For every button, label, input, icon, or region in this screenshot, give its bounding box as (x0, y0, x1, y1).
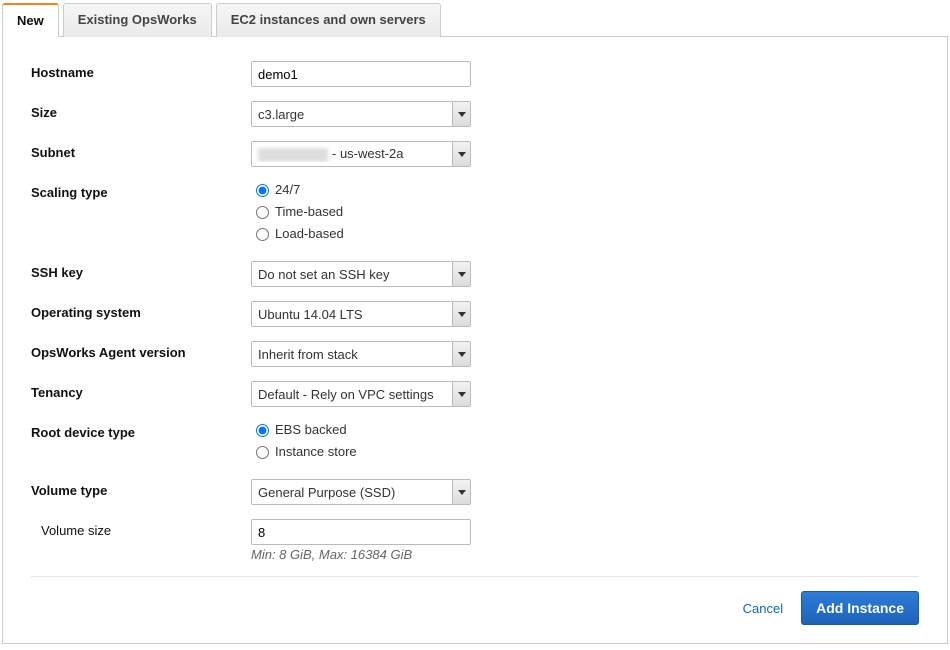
scaling-radio-time[interactable] (256, 206, 269, 219)
tab-bar: New Existing OpsWorks EC2 instances and … (2, 2, 948, 37)
os-label: Operating system (31, 301, 251, 320)
scaling-type-label: Scaling type (31, 181, 251, 200)
volume-size-hint: Min: 8 GiB, Max: 16384 GiB (251, 547, 471, 562)
size-select[interactable]: c3.large (251, 101, 471, 127)
add-instance-button[interactable]: Add Instance (801, 591, 919, 625)
chevron-down-icon (452, 480, 470, 504)
chevron-down-icon (452, 382, 470, 406)
subnet-select-value: - us-west-2a (252, 146, 452, 162)
size-label: Size (31, 101, 251, 120)
chevron-down-icon (452, 302, 470, 326)
scaling-radio-247-label: 24/7 (275, 182, 300, 197)
volume-type-select[interactable]: General Purpose (SSD) (251, 479, 471, 505)
scaling-radio-load-label: Load-based (275, 226, 344, 241)
ssh-key-select[interactable]: Do not set an SSH key (251, 261, 471, 287)
agent-version-select-value: Inherit from stack (252, 347, 452, 362)
volume-size-input[interactable] (251, 519, 471, 545)
root-device-radio-instance-label: Instance store (275, 444, 357, 459)
subnet-select[interactable]: - us-west-2a (251, 141, 471, 167)
cancel-link[interactable]: Cancel (743, 601, 783, 616)
tenancy-label: Tenancy (31, 381, 251, 400)
scaling-radio-load[interactable] (256, 228, 269, 241)
root-device-radio-ebs[interactable] (256, 424, 269, 437)
chevron-down-icon (452, 102, 470, 126)
form-actions: Cancel Add Instance (31, 591, 919, 625)
size-select-value: c3.large (252, 107, 452, 122)
divider (31, 576, 919, 577)
root-device-label: Root device type (31, 421, 251, 440)
subnet-redacted (258, 148, 328, 162)
ssh-key-label: SSH key (31, 261, 251, 280)
subnet-label: Subnet (31, 141, 251, 160)
tab-ec2-own-servers[interactable]: EC2 instances and own servers (216, 3, 441, 37)
hostname-label: Hostname (31, 61, 251, 80)
agent-version-select[interactable]: Inherit from stack (251, 341, 471, 367)
root-device-radio-ebs-label: EBS backed (275, 422, 347, 437)
volume-type-label: Volume type (31, 479, 251, 498)
ssh-key-select-value: Do not set an SSH key (252, 267, 452, 282)
chevron-down-icon (452, 262, 470, 286)
tab-existing-opsworks[interactable]: Existing OpsWorks (63, 3, 212, 37)
chevron-down-icon (452, 342, 470, 366)
tenancy-select-value: Default - Rely on VPC settings (252, 387, 452, 402)
scaling-radio-247[interactable] (256, 184, 269, 197)
root-device-radio-instance[interactable] (256, 446, 269, 459)
tenancy-select[interactable]: Default - Rely on VPC settings (251, 381, 471, 407)
tab-new[interactable]: New (2, 3, 59, 37)
os-select-value: Ubuntu 14.04 LTS (252, 307, 452, 322)
chevron-down-icon (452, 142, 470, 166)
tab-panel-new: Hostname Size c3.large Subnet - us-west-… (2, 37, 948, 644)
scaling-radio-time-label: Time-based (275, 204, 343, 219)
volume-type-select-value: General Purpose (SSD) (252, 485, 452, 500)
agent-version-label: OpsWorks Agent version (31, 341, 251, 360)
os-select[interactable]: Ubuntu 14.04 LTS (251, 301, 471, 327)
volume-size-label: Volume size (31, 519, 251, 538)
hostname-input[interactable] (251, 61, 471, 87)
